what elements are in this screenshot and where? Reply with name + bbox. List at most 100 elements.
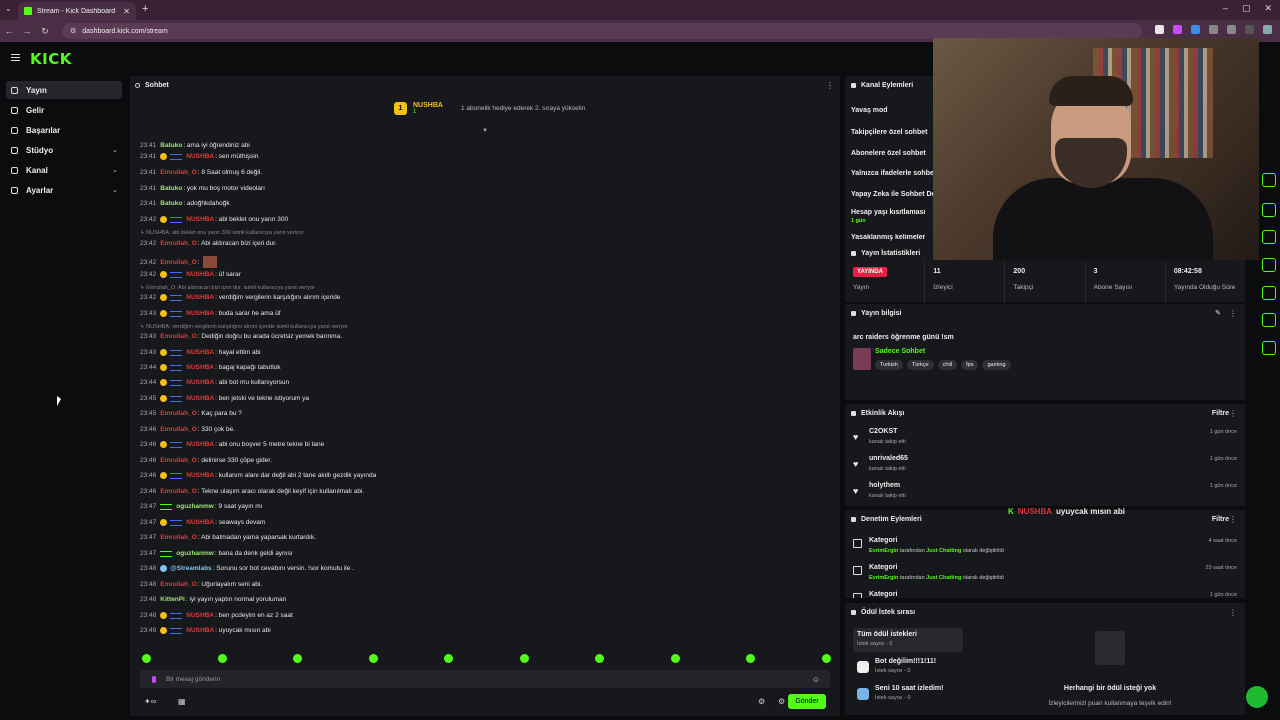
edit-icon[interactable]: ✎ — [1215, 309, 1221, 317]
scroll-down-icon[interactable]: ▼ — [482, 128, 490, 134]
message-username[interactable]: NUSHBA — [186, 519, 214, 526]
message-username[interactable]: NUSHBA — [186, 364, 214, 371]
extensions-puzzle-icon[interactable] — [1227, 25, 1236, 34]
reward-item[interactable]: Seni 10 saat izledim! İstek sayısı - 0 — [853, 682, 963, 706]
stream-tag[interactable]: Türkçe — [906, 360, 934, 370]
message-username[interactable]: NUSHBA — [186, 472, 214, 479]
more-options-icon[interactable]: ⋮ — [1229, 409, 1237, 418]
send-button[interactable]: Gönder — [788, 694, 826, 709]
ai-chat-toggle[interactable]: Yapay Zeka ile Sohbet De — [851, 191, 935, 198]
activity-username[interactable]: C2OKST — [869, 428, 897, 435]
chat-message[interactable]: 23:44 NUSHBA: abi bot mu kullanıyorsun — [140, 379, 289, 386]
chat-input[interactable]: Bir mesaj gönderin ☺ — [140, 670, 830, 688]
reward-item[interactable]: Bot değilim!!!1!11! İstek sayısı - 0 — [853, 655, 963, 679]
message-username[interactable]: Emrullah_O — [160, 457, 196, 464]
chat-message[interactable]: 23:41 Emrullah_O: 8 Saat olmuş 6 değil. — [140, 169, 262, 176]
side-control-icon[interactable] — [1262, 173, 1276, 187]
account-age-toggle[interactable]: Hesap yaşı kısıtlaması — [851, 209, 925, 216]
more-options-icon[interactable]: ⋮ — [1229, 515, 1237, 524]
activity-item[interactable]: ♥ holythem kanalı takip etti 1 gün önce — [845, 480, 1245, 506]
tab-list-icon[interactable]: ⌄ — [5, 4, 12, 13]
back-icon[interactable]: ← — [0, 26, 18, 36]
quick-emote-icon[interactable] — [821, 654, 831, 663]
stream-tag[interactable]: gaming — [982, 360, 1011, 370]
chat-message[interactable]: 23:49 NUSHBA: uyuycak mısın abi — [140, 627, 271, 634]
sidebar-item-ayarlar[interactable]: Ayarlar ⌄ — [6, 181, 122, 199]
chat-message[interactable]: 23:43 NUSHBA: buda sarar he ama üf — [140, 310, 281, 317]
chat-message[interactable]: 23:43 Emrullah_O: Dediğin doğru bu arada … — [140, 333, 342, 340]
banned-words-row[interactable]: Yasaklanmış kelimeler — [851, 234, 925, 242]
followers-only-toggle[interactable]: Takipçilere özel sohbet — [851, 129, 928, 136]
minimize-icon[interactable]: – — [1223, 3, 1228, 14]
message-username[interactable]: NUSHBA — [186, 271, 214, 278]
extension-icon[interactable] — [1209, 25, 1218, 34]
side-control-icon[interactable] — [1262, 230, 1276, 244]
stream-tag[interactable]: fps — [961, 360, 979, 370]
bookmark-icon[interactable] — [1155, 25, 1164, 34]
stream-tag[interactable]: Turkish — [875, 360, 903, 370]
chat-message[interactable]: 23:47 NUSHBA: seaways devam — [140, 519, 265, 526]
menu-icon[interactable] — [11, 54, 20, 61]
message-username[interactable]: Emrullah_O — [160, 581, 196, 588]
slow-mode-toggle[interactable]: Yavaş mod — [851, 107, 888, 114]
close-window-icon[interactable]: ✕ — [1264, 3, 1272, 14]
message-username[interactable]: NUSHBA — [186, 310, 214, 317]
emoji-icon[interactable]: ☺ — [812, 675, 820, 684]
mic-icon[interactable] — [152, 675, 156, 683]
chat-message[interactable]: 23:46 Emrullah_O: delinirse 330 çöpe gide… — [140, 457, 272, 464]
moderator-name[interactable]: EvrimErgin — [869, 548, 898, 554]
category-name[interactable]: Just Chatting — [926, 575, 961, 581]
points-icon[interactable]: ✦∞ — [144, 697, 156, 706]
forward-icon[interactable]: → — [18, 26, 36, 36]
message-username[interactable]: Emrullah_O — [160, 410, 196, 417]
sidebar-item-yayin[interactable]: Yayın — [6, 81, 122, 99]
moderator-name[interactable]: EvrimErgin — [869, 575, 898, 581]
message-username[interactable]: NUSHBA — [186, 379, 214, 386]
quick-emote-icon[interactable] — [595, 654, 604, 663]
moderation-icon[interactable]: ⚙ — [778, 697, 785, 706]
chat-message[interactable]: 23:42 NUSHBA: abi beklet onu yarın 300 — [140, 216, 288, 223]
extension-icon[interactable] — [1191, 25, 1200, 34]
message-username[interactable]: NUSHBA — [186, 153, 214, 160]
sidebar-item-gelir[interactable]: Gelir — [6, 101, 122, 119]
quick-emote-icon[interactable] — [444, 654, 453, 663]
more-options-icon[interactable]: ⋮ — [826, 81, 834, 90]
maximize-icon[interactable]: ▢ — [1242, 3, 1251, 14]
message-username[interactable]: Emrullah_O — [160, 259, 196, 266]
chat-message[interactable]: 23:42 NUSHBA: verdiğim vergilerin karşılı… — [140, 294, 340, 301]
message-username[interactable]: NUSHBA — [186, 395, 214, 402]
message-username[interactable]: Emrullah_O — [160, 426, 196, 433]
chat-message[interactable]: 23:47 oguzhanmw: bana da denk geldi aynıs… — [140, 550, 293, 557]
extension-icon[interactable] — [1173, 25, 1182, 34]
chat-message[interactable]: 23:41 Batuko: yok mu boş motor videoları — [140, 185, 265, 192]
chat-message[interactable]: 23:41 NUSHBA: sen müthişsin — [140, 153, 258, 160]
side-control-icon[interactable] — [1262, 313, 1276, 327]
stream-tag[interactable]: chill — [937, 360, 958, 370]
message-username[interactable]: Batuko — [160, 142, 182, 149]
kick-logo[interactable]: KICK — [30, 50, 72, 68]
quick-emote-icon[interactable] — [217, 654, 227, 663]
activity-item[interactable]: ♥ unrivaled65 kanalı takip etti 1 gün önce — [845, 453, 1245, 479]
chat-message[interactable]: 23:41 Batuko: ama iyi öğrendiniz abi — [140, 142, 250, 149]
chat-message[interactable]: 23:45 Emrullah_O: Kaç para bu ? — [140, 410, 242, 417]
chat-message[interactable]: 23:44 NUSHBA: bagaj kapağı tabutluk — [140, 364, 281, 371]
calendar-icon[interactable]: ▦ — [178, 697, 186, 706]
chat-message[interactable]: 23:48 KittenPi: iyi yayın yaptın normal y… — [140, 596, 286, 603]
subscribers-only-toggle[interactable]: Abonelere özel sohbet — [851, 150, 926, 157]
activity-item[interactable]: ♥ C2OKST kanalı takip etti 1 gün önce — [845, 426, 1245, 452]
emote-only-toggle[interactable]: Yalnızca ifadelerle sohbet — [851, 170, 936, 177]
new-tab-icon[interactable]: + — [142, 3, 148, 15]
address-bar[interactable]: ⚙ dashboard.kick.com/stream — [62, 23, 1142, 39]
message-username[interactable]: Emrullah_O — [160, 488, 196, 495]
chat-message[interactable]: 23:48 NUSHBA: ben pcdeyim en az 2 saat — [140, 612, 293, 619]
message-username[interactable]: Batuko — [160, 200, 182, 207]
sidebar-item-kanal[interactable]: Kanal ⌄ — [6, 161, 122, 179]
browser-tab[interactable]: Stream - Kick Dashboard ✕ — [18, 2, 136, 20]
activity-filter-button[interactable]: Filtre — [1212, 410, 1229, 417]
quick-emote-icon[interactable] — [368, 654, 378, 663]
chat-message[interactable]: 23:45 NUSHBA: ben jetski ve tekne istiyor… — [140, 395, 309, 402]
message-username[interactable]: Batuko — [160, 185, 182, 192]
profile-icon[interactable] — [1263, 25, 1272, 34]
message-username[interactable]: NUSHBA — [186, 216, 214, 223]
chat-message[interactable]: 23:43 NUSHBA: hayal ettim abi — [140, 349, 261, 356]
